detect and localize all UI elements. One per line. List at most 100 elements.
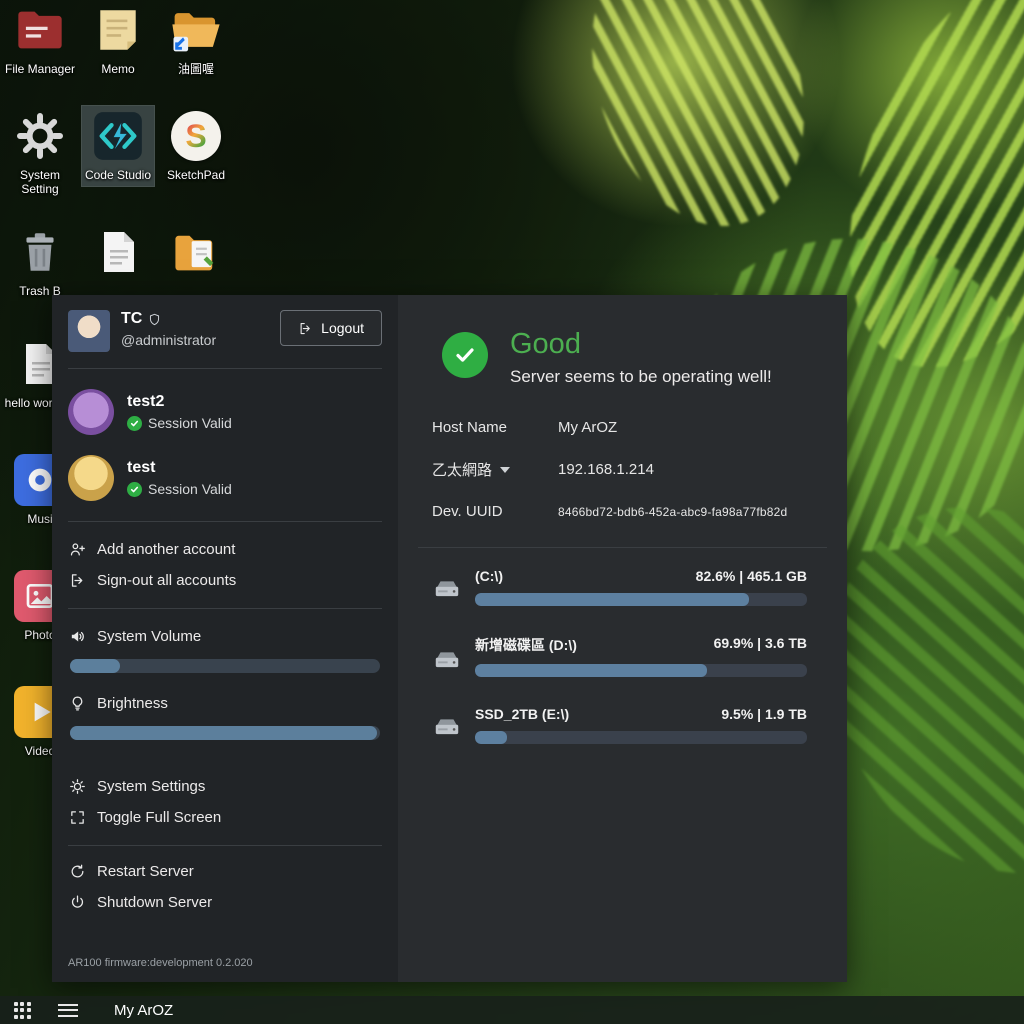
- icon-label: Code Studio: [82, 168, 154, 182]
- desktop-icon-folder-document[interactable]: [160, 224, 232, 284]
- current-user-avatar: [68, 310, 110, 352]
- folder-shortcut-icon: [168, 2, 224, 58]
- disk-usage-bar: [475, 731, 807, 744]
- desktop-icon-trash[interactable]: Trash B: [4, 224, 76, 298]
- disk-row-d: 新增磁碟區 (D:\) 69.9% | 3.6 TB: [432, 635, 807, 677]
- menu-item-add-account[interactable]: Add another account: [68, 534, 382, 565]
- disk-usage-fill: [475, 664, 707, 677]
- menu-item-label: System Volume: [97, 628, 201, 645]
- divider: [68, 368, 382, 369]
- user-status-panel: TC @administrator Logout test2 Session V…: [52, 295, 847, 982]
- taskbar-title: My ArOZ: [114, 1002, 173, 1019]
- menu-item-brightness: Brightness: [68, 688, 382, 719]
- trash-icon: [12, 224, 68, 280]
- drive-icon: [432, 714, 462, 745]
- server-status-title: Good: [510, 328, 772, 361]
- desktop-icon-file-manager[interactable]: File Manager: [4, 2, 76, 76]
- current-user-header: TC @administrator Logout: [52, 295, 398, 366]
- check-circle-icon: [127, 482, 142, 497]
- volume-slider[interactable]: [70, 659, 380, 673]
- desktop-icon-memo[interactable]: Memo: [82, 2, 154, 76]
- desktop-icon-code-studio[interactable]: Code Studio: [82, 106, 154, 186]
- uuid-value: 8466bd72-bdb6-452a-abc9-fa98a77fb82d: [558, 505, 787, 519]
- logout-label: Logout: [321, 320, 364, 336]
- menu-item-restart-server[interactable]: Restart Server: [68, 856, 382, 887]
- menu-item-label: Toggle Full Screen: [97, 809, 221, 826]
- disk-name: (C:\): [475, 568, 503, 584]
- server-status-pane: Good Server seems to be operating well! …: [398, 295, 847, 982]
- apps-grid-button[interactable]: [0, 996, 44, 1024]
- hamburger-menu-button[interactable]: [44, 996, 92, 1024]
- disk-name: 新增磁碟區 (D:\): [475, 635, 577, 655]
- icon-label: SketchPad: [160, 168, 232, 182]
- disk-usage-bar: [475, 664, 807, 677]
- disk-usage-bar: [475, 593, 807, 606]
- account-row-test[interactable]: test Session Valid: [52, 445, 398, 511]
- disk-usage-fill: [475, 593, 749, 606]
- uuid-label: Dev. UUID: [432, 503, 558, 520]
- menu-item-label: Brightness: [97, 695, 168, 712]
- s-glyph: S: [185, 118, 206, 155]
- icon-label: File Manager: [4, 62, 76, 76]
- disk-usage: 9.5% | 1.9 TB: [721, 706, 807, 722]
- volume-slider-fill: [70, 659, 120, 673]
- disk-row-c: (C:\) 82.6% | 465.1 GB: [432, 568, 807, 606]
- speaker-icon: [68, 628, 86, 646]
- disk-usage: 69.9% | 3.6 TB: [714, 635, 807, 655]
- server-status-detail: Server seems to be operating well!: [510, 367, 772, 387]
- divider: [68, 608, 382, 609]
- gear-icon: [68, 778, 86, 796]
- drive-icon: [432, 647, 462, 678]
- menu-item-shutdown-server[interactable]: Shutdown Server: [68, 887, 382, 918]
- drive-icon: [432, 576, 462, 607]
- fullscreen-icon: [68, 809, 86, 827]
- host-name-row: Host Name My ArOZ: [432, 419, 807, 436]
- firmware-version: AR100 firmware:development 0.2.020: [52, 949, 398, 982]
- account-row-test2[interactable]: test2 Session Valid: [52, 379, 398, 445]
- divider: [68, 845, 382, 846]
- menu-item-label: Sign-out all accounts: [97, 572, 236, 589]
- icon-label: Memo: [82, 62, 154, 76]
- apps-grid-icon: [14, 1002, 31, 1019]
- sign-out-icon: [298, 321, 313, 336]
- account-avatar: [68, 389, 114, 435]
- folder-document-icon: [168, 224, 224, 280]
- desktop-icon-oil-folder[interactable]: 油圖喔: [160, 2, 232, 76]
- desktop-icon-document[interactable]: [82, 224, 154, 284]
- network-selector[interactable]: 乙太網路: [432, 459, 558, 480]
- desktop-icon-sketchpad[interactable]: S SketchPad: [160, 108, 232, 182]
- menu-item-label: Shutdown Server: [97, 894, 212, 911]
- menu-item-system-settings[interactable]: System Settings: [68, 771, 382, 802]
- session-status: Session Valid: [148, 415, 232, 431]
- disk-name: SSD_2TB (E:\): [475, 706, 569, 722]
- check-circle-icon: [127, 416, 142, 431]
- disk-usage-fill: [475, 731, 507, 744]
- menu-item-label: Restart Server: [97, 863, 194, 880]
- chevron-down-icon: [500, 467, 510, 473]
- shield-icon: [148, 313, 161, 326]
- code-icon: [90, 108, 146, 164]
- current-user-handle: @administrator: [121, 332, 216, 348]
- menu-item-label: System Settings: [97, 778, 205, 795]
- bulb-icon: [68, 695, 86, 713]
- fern-leaf: [557, 0, 840, 254]
- menu-item-toggle-fullscreen[interactable]: Toggle Full Screen: [68, 802, 382, 833]
- current-user-name: TC: [121, 310, 142, 328]
- desktop-icon-system-setting[interactable]: System Setting: [4, 108, 76, 196]
- brightness-slider[interactable]: [70, 726, 380, 740]
- account-avatar: [68, 455, 114, 501]
- check-circle-icon: [442, 332, 488, 378]
- host-name-label: Host Name: [432, 419, 558, 436]
- icon-label: System Setting: [4, 168, 76, 196]
- user-menu-pane: TC @administrator Logout test2 Session V…: [52, 295, 398, 982]
- s-logo-icon: S: [168, 108, 224, 164]
- logout-button[interactable]: Logout: [280, 310, 382, 346]
- user-plus-icon: [68, 541, 86, 559]
- taskbar: My ArOZ: [0, 996, 1024, 1024]
- uuid-row: Dev. UUID 8466bd72-bdb6-452a-abc9-fa98a7…: [432, 503, 807, 520]
- account-name: test2: [127, 393, 232, 411]
- gear-icon: [12, 108, 68, 164]
- note-icon: [90, 2, 146, 58]
- menu-item-signout-all[interactable]: Sign-out all accounts: [68, 565, 382, 596]
- icon-label: 油圖喔: [160, 62, 232, 76]
